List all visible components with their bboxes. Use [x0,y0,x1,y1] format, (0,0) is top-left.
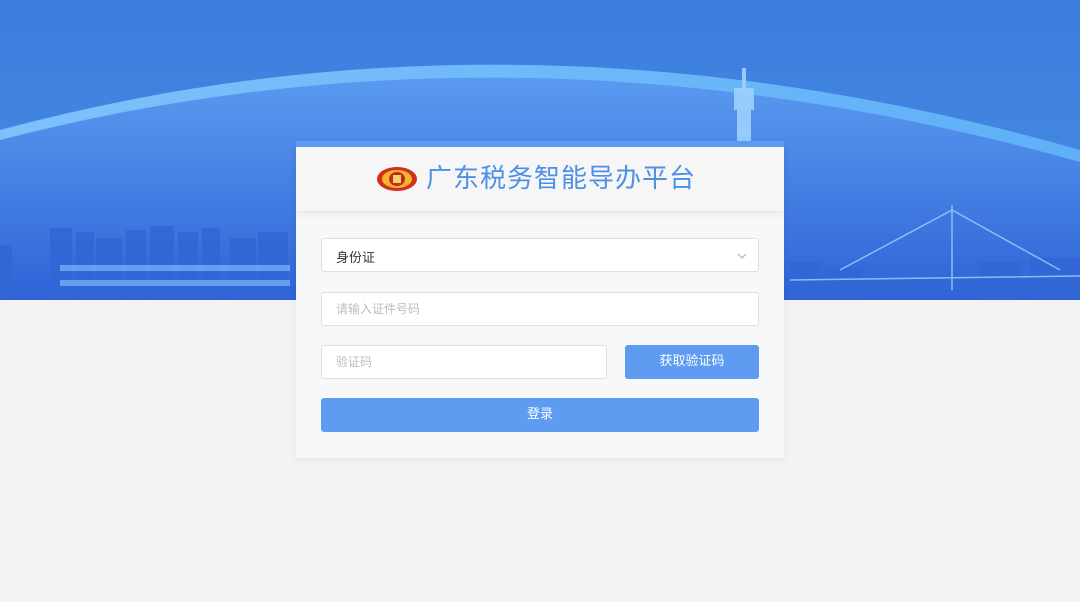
id-type-select[interactable]: 身份证 [321,238,759,272]
get-code-button[interactable]: 获取验证码 [625,345,759,379]
tax-emblem-icon [377,167,417,191]
verification-code-field [321,345,607,379]
chevron-down-icon [737,253,747,259]
id-number-field [321,292,759,326]
card-header: 广东税务智能导办平台 [296,147,784,212]
login-card: 广东税务智能导办平台 身份证 获取验证码 登录 [296,141,784,458]
verification-code-input[interactable] [322,346,606,378]
login-button[interactable]: 登录 [321,398,759,432]
page-title: 广东税务智能导办平台 [426,164,697,194]
id-number-input[interactable] [322,293,758,325]
id-type-selected: 身份证 [336,251,376,266]
